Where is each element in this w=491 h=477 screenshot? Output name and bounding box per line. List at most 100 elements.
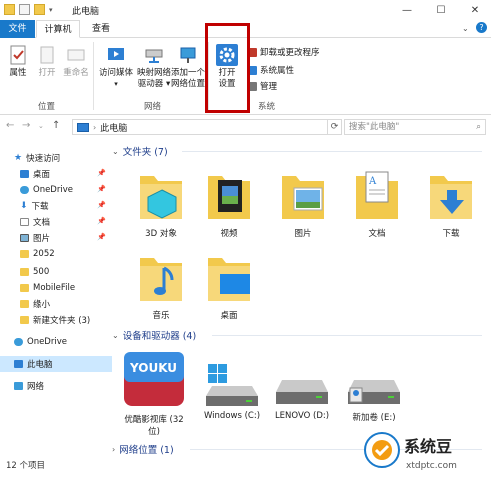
- drive-label: 新加卷 (E:): [352, 413, 396, 423]
- tab-computer[interactable]: 计算机: [36, 20, 80, 38]
- chevron-down-icon[interactable]: ⌄: [462, 24, 469, 33]
- maximize-button[interactable]: ☐: [424, 0, 458, 20]
- folder-icon: [20, 300, 29, 308]
- drive-youku[interactable]: YOUKU 优酷影视库 (32 位): [114, 348, 194, 437]
- computer-icon: [14, 360, 23, 368]
- folder-videos[interactable]: 视频: [194, 166, 264, 239]
- svg-text:A: A: [368, 176, 377, 187]
- drive-e[interactable]: 新加卷 (E:): [334, 362, 414, 423]
- nav-item-folder[interactable]: 2052: [0, 246, 112, 262]
- devices-section-header[interactable]: ⌄ 设备和驱动器 (4): [112, 328, 197, 343]
- folder-icon[interactable]: [4, 4, 15, 15]
- drive-label: 优酷影视库 (32: [124, 415, 184, 425]
- folder-icon: [20, 250, 29, 258]
- folder-label: 3D 对象: [145, 229, 177, 239]
- manage-button[interactable]: 管理: [248, 80, 277, 92]
- folder-documents[interactable]: A 文档: [342, 166, 412, 239]
- nav-item-folder[interactable]: 新建文件夹 (3): [0, 312, 112, 328]
- open-label: 打开: [38, 68, 56, 78]
- folder-label: 视频: [220, 229, 238, 239]
- group-label-system: 系统: [258, 102, 276, 112]
- nav-item-onedrive[interactable]: OneDrive 📌: [0, 182, 112, 198]
- watermark-name: 系统豆: [404, 437, 452, 456]
- nav-item-pictures[interactable]: 图片 📌: [0, 230, 112, 246]
- drive-icon: [272, 362, 332, 408]
- nav-onedrive[interactable]: OneDrive: [0, 334, 112, 350]
- download-icon: ⬇: [20, 201, 28, 211]
- drive-label-2: 位): [148, 427, 160, 437]
- nav-label: 新建文件夹 (3): [33, 316, 91, 326]
- youku-icon: YOUKU: [120, 348, 188, 410]
- recent-locations-icon[interactable]: ⌄: [38, 122, 44, 130]
- drive-label: LENOVO (D:): [274, 411, 330, 421]
- 3d-objects-icon: [136, 166, 186, 224]
- folder-music[interactable]: 音乐: [126, 248, 196, 321]
- section-title: 设备和驱动器 (4): [122, 331, 197, 342]
- properties-icon[interactable]: [19, 4, 30, 15]
- system-properties-button[interactable]: 系统属性: [248, 64, 294, 76]
- up-arrow-icon[interactable]: ↑: [52, 120, 60, 131]
- new-folder-icon[interactable]: [34, 4, 45, 15]
- drive-lenovo-d[interactable]: LENOVO (D:): [262, 362, 342, 421]
- search-placeholder: 搜索"此电脑": [349, 122, 400, 132]
- nav-label: 缘小: [33, 300, 51, 310]
- chevron-right-icon: ›: [112, 444, 116, 454]
- drive-label: Windows (C:): [203, 411, 261, 421]
- open-icon: [36, 44, 58, 66]
- minimize-button[interactable]: —: [390, 0, 424, 20]
- nav-item-desktop[interactable]: 桌面 📌: [0, 166, 112, 182]
- nav-label: 图片: [33, 234, 51, 244]
- rename-button[interactable]: 重命名: [62, 44, 90, 79]
- nav-item-folder[interactable]: 500: [0, 264, 112, 280]
- uninstall-label: 卸载或更改程序: [260, 48, 320, 58]
- folder-desktop[interactable]: 桌面: [194, 248, 264, 321]
- nav-item-folder[interactable]: 缘小: [0, 296, 112, 312]
- add-network-location-button[interactable]: 添加一个 网络位置: [170, 44, 206, 90]
- forward-arrow-icon[interactable]: →: [22, 120, 30, 131]
- nav-item-documents[interactable]: 文档 📌: [0, 214, 112, 230]
- drive-windows-c[interactable]: Windows (C:): [192, 362, 272, 421]
- folders-section-header[interactable]: ⌄ 文件夹 (7): [112, 144, 168, 159]
- section-title: 文件夹 (7): [122, 147, 168, 158]
- nav-label: 快速访问: [26, 154, 61, 164]
- uninstall-program-button[interactable]: 卸载或更改程序: [248, 46, 320, 58]
- section-divider: [182, 151, 482, 152]
- search-input[interactable]: 搜索"此电脑" ⌕: [344, 119, 486, 135]
- close-button[interactable]: ✕: [458, 0, 491, 20]
- document-icon: A: [352, 166, 402, 224]
- chevron-down-icon[interactable]: ▾: [49, 6, 53, 14]
- section-title: 网络位置 (1): [119, 445, 174, 456]
- nav-network[interactable]: 网络: [0, 378, 112, 394]
- folder-label: 图片: [294, 229, 312, 239]
- content-area: ⌄ 文件夹 (7) 3D 对象 视频 图片 A 文档 下载 音乐 桌面 ⌄ 设备…: [112, 140, 491, 458]
- address-field[interactable]: › 此电脑: [72, 119, 328, 135]
- group-label-network: 网络: [144, 102, 162, 112]
- highlight-box: [205, 23, 250, 113]
- open-button[interactable]: 打开: [35, 44, 59, 79]
- map-network-drive-button[interactable]: 映射网络 驱动器 ▾: [136, 44, 172, 90]
- network-drive-icon: [143, 44, 165, 66]
- folder-downloads[interactable]: 下载: [416, 166, 486, 239]
- watermark-url: xtdptc.com: [406, 461, 457, 471]
- refresh-button[interactable]: ⟳: [328, 119, 342, 135]
- add-location-label-2: 网络位置: [170, 79, 205, 89]
- tab-view[interactable]: 查看: [84, 20, 118, 38]
- back-arrow-icon[interactable]: ←: [6, 120, 14, 131]
- nav-this-pc[interactable]: 此电脑: [0, 356, 112, 372]
- chevron-down-icon: ▾: [114, 80, 118, 88]
- network-section-header[interactable]: › 网络位置 (1): [112, 442, 174, 457]
- folder-pictures[interactable]: 图片: [268, 166, 338, 239]
- tab-file[interactable]: 文件: [0, 20, 35, 38]
- access-media-button[interactable]: 访问媒体 ▾: [98, 44, 134, 90]
- properties-icon: [7, 44, 29, 66]
- help-icon[interactable]: ?: [476, 22, 487, 33]
- nav-item-folder[interactable]: MobileFile: [0, 280, 112, 296]
- nav-quick-access[interactable]: ★ 快速访问: [0, 150, 112, 166]
- folder-3d-objects[interactable]: 3D 对象: [126, 166, 196, 239]
- chevron-down-icon: ⌄: [112, 330, 119, 340]
- cloud-icon: [14, 338, 23, 346]
- search-icon: ⌕: [476, 122, 481, 132]
- breadcrumb[interactable]: 此电脑: [100, 121, 127, 134]
- nav-item-downloads[interactable]: ⬇ 下载 📌: [0, 198, 112, 214]
- properties-button[interactable]: 属性: [6, 44, 30, 79]
